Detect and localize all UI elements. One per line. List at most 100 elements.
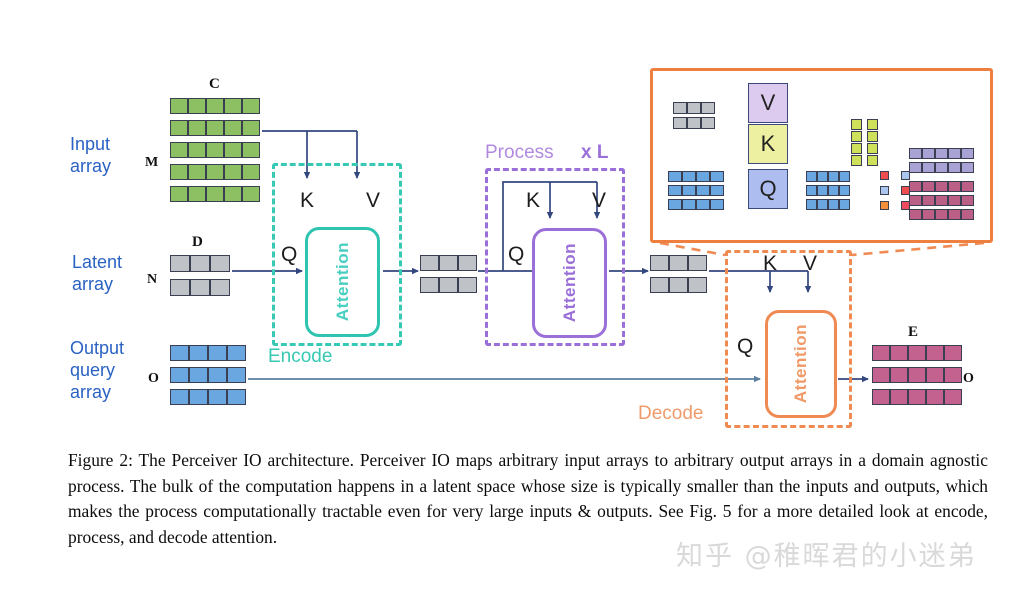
grid-cell: [890, 345, 908, 361]
decode-attention-block[interactable]: Attention: [765, 310, 837, 418]
grid-cell: [688, 277, 707, 293]
grid-cell: [687, 117, 701, 129]
grid-cell: [420, 277, 439, 293]
grid-cell: [710, 185, 724, 196]
grid-cell: [650, 277, 669, 293]
latent-array-label: Latent array: [72, 252, 123, 294]
grid-row: [880, 201, 910, 210]
grid-row: [170, 142, 260, 158]
key-projection-box[interactable]: K: [748, 124, 788, 164]
grid-cell: [189, 345, 208, 361]
grid-cell: [227, 389, 246, 405]
grid-cell: [650, 255, 669, 271]
process-attention-block[interactable]: Attention: [532, 228, 607, 338]
input-array-grid: [170, 98, 260, 202]
grid-cell: [710, 171, 724, 182]
grid-cell: [189, 367, 208, 383]
grid-cell: [669, 255, 688, 271]
latent-array-grid: [170, 255, 230, 296]
grid-row: [650, 255, 707, 271]
grid-cell: [188, 164, 206, 180]
grid-cell: [682, 199, 696, 210]
grid-cell: [880, 186, 889, 195]
input-array-label: Input array: [70, 134, 112, 176]
inset-result-grid: [909, 181, 974, 220]
grid-cell: [208, 345, 227, 361]
grid-cell: [188, 98, 206, 114]
grid-cell: [701, 102, 715, 114]
latent-mid-grid-1: [420, 255, 477, 293]
encode-attention-block[interactable]: Attention: [305, 227, 380, 337]
output-dim-e: E: [908, 324, 919, 340]
grid-row: [851, 131, 878, 142]
process-stage-label: Process: [485, 142, 554, 163]
grid-cell: [701, 117, 715, 129]
grid-row: [909, 181, 974, 192]
grid-cell: [696, 185, 710, 196]
grid-row: [806, 185, 850, 196]
grid-cell: [224, 120, 242, 136]
grid-cell: [872, 345, 890, 361]
grid-cell: [420, 255, 439, 271]
decode-v-label: V: [803, 252, 818, 275]
inset-latent-source-grid: [673, 102, 715, 129]
grid-cell: [828, 199, 839, 210]
grid-cell: [170, 164, 188, 180]
grid-cell: [206, 120, 224, 136]
grid-cell: [851, 131, 862, 142]
grid-cell: [170, 142, 188, 158]
grid-row: [880, 186, 910, 195]
grid-cell: [688, 255, 707, 271]
grid-cell: [224, 142, 242, 158]
inset-queries-grid: [806, 171, 850, 210]
grid-cell: [922, 148, 935, 159]
grid-cell: [224, 186, 242, 202]
latent-dim-n: N: [147, 272, 158, 287]
grid-row: [420, 277, 477, 293]
grid-row: [851, 119, 878, 130]
grid-cell: [828, 171, 839, 182]
grid-cell: [851, 143, 862, 154]
grid-cell: [224, 164, 242, 180]
input-dim-c: C: [209, 76, 220, 92]
grid-cell: [851, 119, 862, 130]
grid-cell: [817, 185, 828, 196]
encode-v-label: V: [366, 189, 381, 212]
grid-cell: [188, 120, 206, 136]
query-projection-box[interactable]: Q: [748, 169, 788, 209]
grid-cell: [908, 389, 926, 405]
grid-cell: [682, 171, 696, 182]
grid-cell: [242, 98, 260, 114]
grid-cell: [682, 185, 696, 196]
grid-cell: [961, 148, 974, 159]
grid-row: [806, 171, 850, 182]
grid-cell: [948, 162, 961, 173]
grid-cell: [227, 367, 246, 383]
grid-row: [806, 199, 850, 210]
grid-cell: [935, 148, 948, 159]
grid-cell: [170, 98, 188, 114]
grid-cell: [909, 162, 922, 173]
grid-cell: [170, 345, 189, 361]
grid-cell: [926, 367, 944, 383]
grid-cell: [227, 345, 246, 361]
encode-k-label: K: [300, 189, 315, 212]
grid-cell: [242, 164, 260, 180]
grid-row: [170, 120, 260, 136]
grid-cell: [668, 171, 682, 182]
grid-cell: [190, 279, 210, 296]
grid-cell: [948, 148, 961, 159]
input-dim-m: M: [145, 155, 159, 170]
grid-cell: [926, 389, 944, 405]
grid-cell: [944, 345, 962, 361]
grid-cell: [867, 119, 878, 130]
process-k-label: K: [526, 189, 541, 212]
grid-cell: [961, 181, 974, 192]
value-projection-box[interactable]: V: [748, 83, 788, 123]
grid-cell: [210, 279, 230, 296]
grid-cell: [242, 120, 260, 136]
grid-cell: [206, 186, 224, 202]
grid-row: [851, 143, 878, 154]
grid-cell: [206, 98, 224, 114]
grid-cell: [673, 102, 687, 114]
